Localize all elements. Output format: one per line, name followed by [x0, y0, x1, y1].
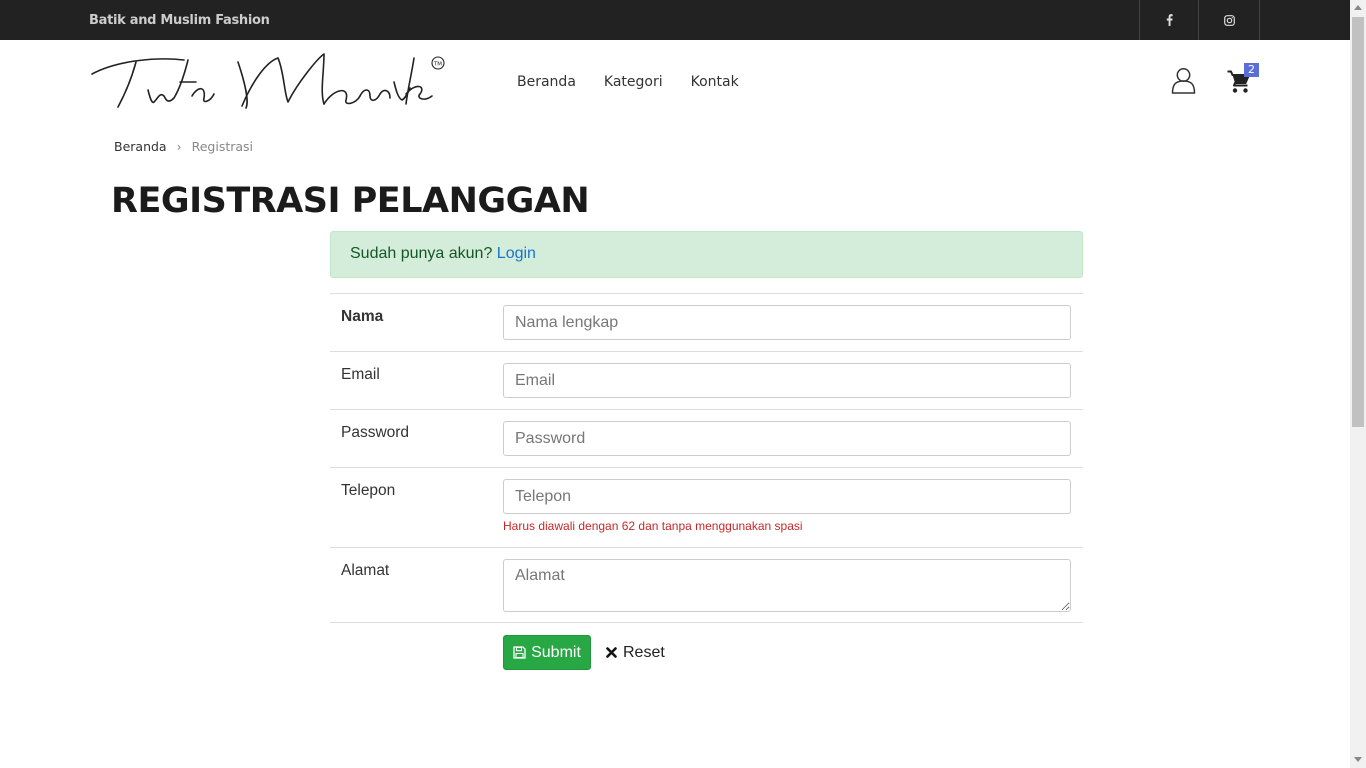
form-row-password: Password — [330, 409, 1083, 467]
page-title: REGISTRASI PELANGGAN — [111, 181, 590, 221]
nav-item-beranda[interactable]: Beranda — [517, 74, 576, 90]
nama-input[interactable] — [503, 305, 1071, 340]
email-input[interactable] — [503, 363, 1071, 398]
login-link[interactable]: Login — [497, 245, 536, 262]
scroll-up-icon[interactable] — [1354, 5, 1362, 10]
breadcrumb-current: Registrasi — [191, 139, 254, 154]
site-logo[interactable]: TM — [88, 52, 450, 114]
scrollbar-thumb[interactable] — [1352, 17, 1364, 427]
top-bar: Batik and Muslim Fashion — [0, 0, 1350, 40]
facebook-link[interactable] — [1139, 0, 1199, 40]
submit-label: Submit — [531, 643, 581, 661]
cart-count-badge: 2 — [1244, 63, 1259, 77]
user-icon[interactable] — [1171, 67, 1196, 95]
save-icon — [513, 646, 526, 659]
site-header: TM Beranda Kategori Kontak 2 — [0, 40, 1350, 125]
page-scrollbar[interactable] — [1350, 0, 1366, 768]
form-row-nama: Nama — [330, 293, 1083, 351]
alamat-label: Alamat — [341, 562, 390, 579]
login-alert: Sudah punya akun? Login — [330, 231, 1083, 278]
email-label: Email — [341, 366, 380, 383]
reset-label: Reset — [623, 643, 665, 661]
instagram-icon — [1223, 14, 1235, 26]
nama-label: Nama — [341, 308, 384, 325]
submit-button[interactable]: Submit — [503, 635, 591, 670]
registration-form: Nama Email Password Telepon Harus diawal… — [330, 293, 1083, 623]
telepon-input[interactable] — [503, 479, 1071, 514]
facebook-icon — [1166, 14, 1173, 26]
nav-item-kategori[interactable]: Kategori — [604, 74, 663, 90]
main-nav: Beranda Kategori Kontak — [517, 74, 739, 90]
password-label: Password — [341, 424, 410, 441]
password-input[interactable] — [503, 421, 1071, 456]
tagline: Batik and Muslim Fashion — [89, 13, 270, 28]
nav-item-kontak[interactable]: Kontak — [691, 74, 739, 90]
scroll-down-icon[interactable] — [1354, 757, 1362, 762]
alamat-textarea[interactable] — [503, 559, 1071, 612]
breadcrumb: Beranda › Registrasi — [114, 139, 253, 154]
chevron-right-icon: › — [176, 139, 182, 154]
telepon-hint: Harus diawali dengan 62 dan tanpa menggu… — [503, 519, 803, 533]
form-row-alamat: Alamat — [330, 547, 1083, 623]
telepon-label: Telepon — [341, 482, 396, 499]
logo-mark: TM — [433, 62, 442, 68]
breadcrumb-home[interactable]: Beranda — [114, 139, 167, 154]
reset-button[interactable]: Reset — [606, 635, 665, 670]
instagram-link[interactable] — [1198, 0, 1260, 40]
alert-text: Sudah punya akun? — [350, 245, 497, 262]
form-row-email: Email — [330, 351, 1083, 409]
form-row-telepon: Telepon Harus diawali dengan 62 dan tanp… — [330, 467, 1083, 547]
close-icon — [606, 647, 617, 658]
